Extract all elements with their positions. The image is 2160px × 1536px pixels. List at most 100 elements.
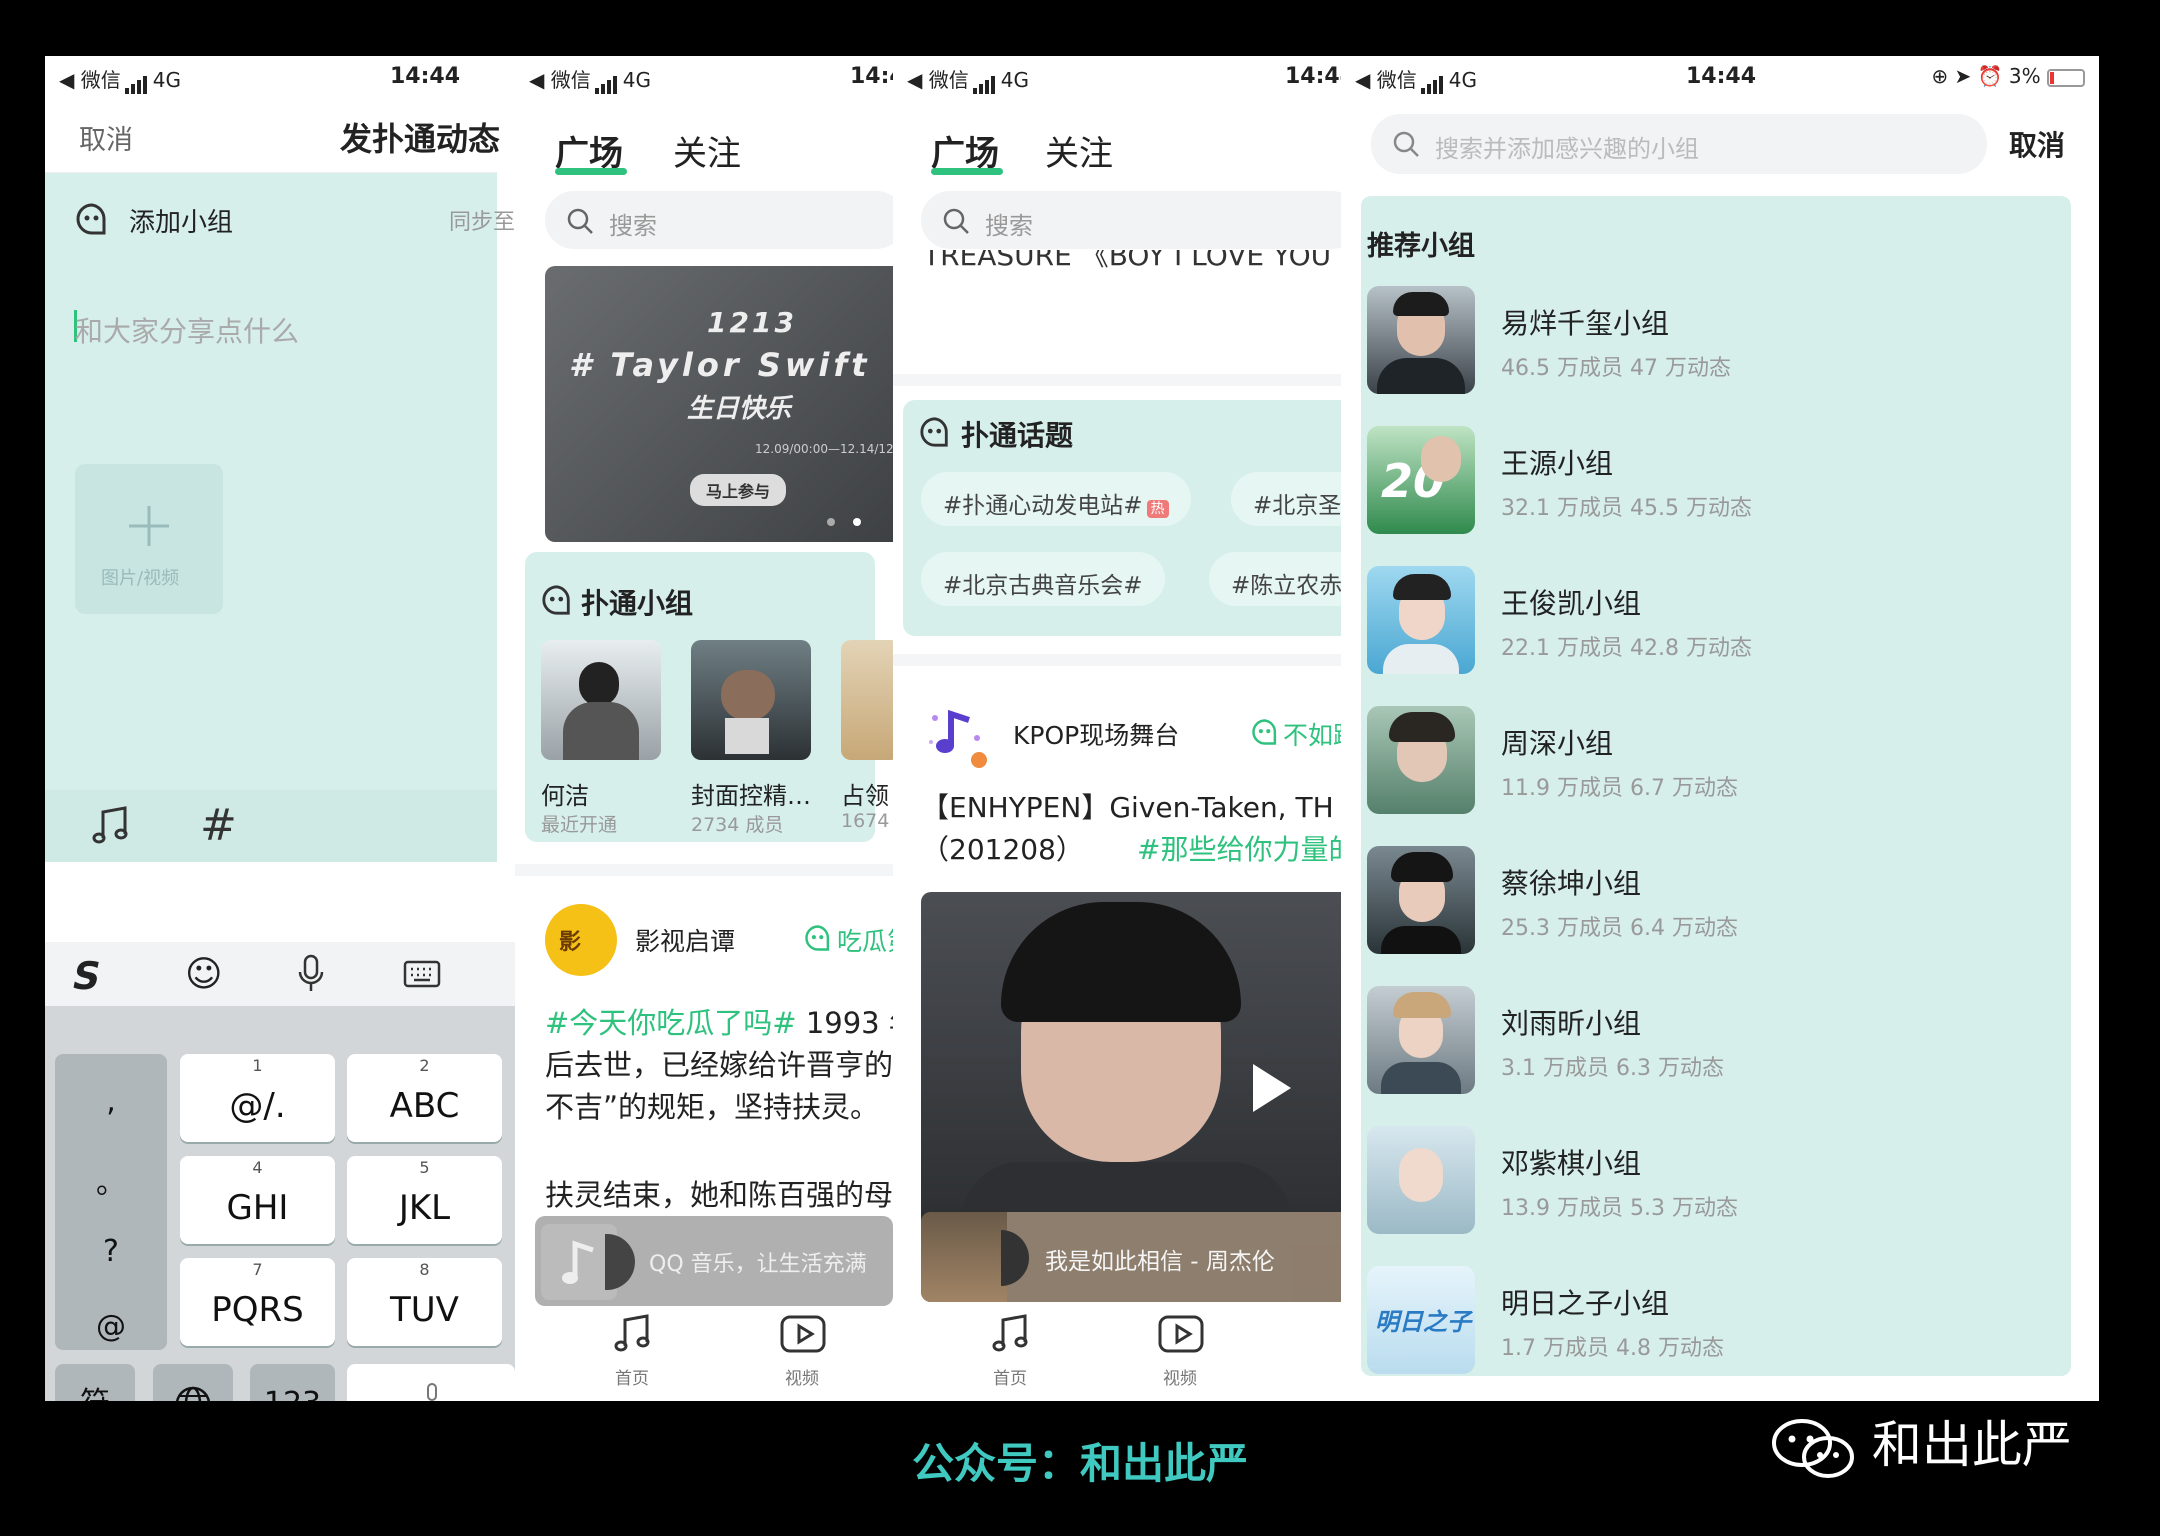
key-2[interactable]: 2 ABC: [347, 1054, 502, 1142]
promo-banner[interactable]: 1213 # Taylor Swift 生日快乐 12.09/00:00—12.…: [545, 266, 893, 542]
cancel-button[interactable]: 取消: [79, 118, 133, 157]
plaza-feed-panel: ◀ 微信4G 14:44 广场 关注 搜索 TREASURE 《BOY I LO…: [893, 56, 1341, 1401]
cancel-button[interactable]: 取消: [2009, 124, 2065, 164]
number-key[interactable]: 123: [250, 1364, 335, 1401]
media-label: 图片/视频: [101, 568, 180, 589]
home-music-icon[interactable]: [989, 1312, 1033, 1356]
kpop-avatar-icon[interactable]: [917, 694, 995, 772]
topic-chip[interactable]: #北京圣: [1231, 472, 1341, 526]
space-mic-icon: [427, 1383, 437, 1401]
avatar: [1367, 846, 1475, 954]
keyboard-icon[interactable]: [403, 960, 441, 990]
emoji-icon[interactable]: ☺: [185, 954, 223, 995]
microphone-icon[interactable]: [297, 954, 325, 994]
post-hashtag[interactable]: #那些给你力量的音: [1137, 828, 1341, 868]
join-button[interactable]: 马上参与: [690, 474, 787, 506]
signal-icon: [124, 70, 149, 94]
globe-key[interactable]: [153, 1364, 233, 1401]
key-1[interactable]: 1 @/.: [180, 1054, 335, 1142]
clock: 14:44: [1285, 64, 1341, 89]
key-at[interactable]: @: [55, 1309, 167, 1344]
group-row[interactable]: 明日之子 明日之子小组 1.7 万成员 4.8 万动态: [1367, 1266, 2067, 1386]
divider: [893, 374, 1341, 386]
tab-follow[interactable]: 关注: [673, 126, 741, 175]
space-key[interactable]: [347, 1364, 515, 1401]
search-bar[interactable]: 搜索: [921, 191, 1341, 249]
group-row[interactable]: 周深小组 11.9 万成员 6.7 万动态: [1367, 706, 2067, 826]
key-8[interactable]: 8 TUV: [347, 1258, 502, 1346]
hot-badge: 热: [1146, 500, 1169, 518]
add-group-button[interactable]: 添加小组: [129, 202, 233, 239]
group-stats: 1.7 万成员 4.8 万动态: [1501, 1336, 1724, 1361]
clock: 14:44: [850, 64, 893, 89]
key-4[interactable]: 4 GHI: [180, 1156, 335, 1244]
status-bar: ◀ 微信 4G 14:44 ⊕ ➤ ⏰ 3%: [1341, 56, 2099, 96]
group-row[interactable]: 易烊千玺小组 46.5 万成员 47 万动态: [1367, 286, 2067, 406]
clipped-content: TREASURE 《BOY I LOVE YOU: [893, 250, 1341, 276]
post-author[interactable]: 影视启谭: [635, 922, 735, 958]
avatar[interactable]: 影: [545, 904, 617, 976]
group-card-image[interactable]: [541, 640, 661, 760]
add-media-button[interactable]: 图片/视频: [75, 464, 223, 614]
topic-chip[interactable]: #扑通心动发电站# 热: [921, 472, 1191, 526]
group-sub: 2734 成员: [691, 814, 784, 836]
nav-home-label[interactable]: 首页: [993, 1364, 1027, 1389]
figure-head: [721, 670, 775, 720]
group-row[interactable]: 蔡徐坤小组 25.3 万成员 6.4 万动态: [1367, 846, 2067, 966]
shoulders: [1381, 1062, 1461, 1094]
keyboard: , 。 ? @ 1 @/. 2 ABC 4 GHI 5 JKL 7 PQRS 8 TUV 符…: [45, 1006, 515, 1401]
music-player-bar[interactable]: 我是如此相信 - 周杰伦: [921, 1212, 1341, 1302]
group-search-bar[interactable]: 搜索并添加感兴趣的小组: [1371, 114, 1987, 174]
tab-follow[interactable]: 关注: [1045, 126, 1113, 175]
video-icon[interactable]: [779, 1314, 827, 1354]
hashtag-button[interactable]: #: [200, 800, 237, 851]
key-5[interactable]: 5 JKL: [347, 1156, 502, 1244]
avatar: [1367, 706, 1475, 814]
music-title: QQ 音乐，让生活充满: [649, 1252, 867, 1277]
group-row[interactable]: 邓紫棋小组 13.9 万成员 5.3 万动态: [1367, 1126, 2067, 1246]
section-title: 推荐小组: [1367, 231, 1475, 262]
home-music-icon[interactable]: [611, 1312, 655, 1356]
post-hashtag[interactable]: #今天你吃瓜了吗#: [545, 1006, 797, 1040]
group-name: 明日之子小组: [1501, 1287, 1670, 1320]
key-period[interactable]: 。: [55, 1158, 167, 1202]
key-letters: GHI: [226, 1188, 289, 1228]
key-question[interactable]: ?: [55, 1234, 167, 1269]
nav-video-label[interactable]: 视频: [785, 1364, 819, 1389]
sync-label[interactable]: 同步至: [449, 204, 515, 236]
search-bar[interactable]: 搜索: [545, 191, 893, 249]
symbol-key[interactable]: 符: [55, 1364, 135, 1401]
post-group-link[interactable]: 吃瓜第一: [837, 922, 893, 958]
avatar: [1367, 986, 1475, 1094]
group-row[interactable]: 刘雨昕小组 3.1 万成员 6.3 万动态: [1367, 986, 2067, 1106]
music-note-icon[interactable]: [89, 804, 133, 848]
clock: 14:44: [1686, 64, 1757, 89]
play-icon[interactable]: [1249, 1060, 1295, 1116]
key-7[interactable]: 7 PQRS: [180, 1258, 335, 1346]
topic-chip[interactable]: #陈立农赤: [1209, 552, 1341, 606]
key-comma[interactable]: ,: [55, 1084, 167, 1119]
groups-section: 扑通小组 何洁 最近开通 封面控精… 2734 成员 占领 1674: [525, 552, 893, 842]
network: 4G: [622, 68, 651, 92]
nav-video-label[interactable]: 视频: [1163, 1364, 1197, 1389]
video-icon[interactable]: [1157, 1314, 1205, 1354]
group-row[interactable]: 20 王源小组 32.1 万成员 45.5 万动态: [1367, 426, 2067, 546]
location-icon: ➤: [1954, 64, 1972, 88]
sogou-logo-icon[interactable]: S: [68, 954, 105, 998]
post-author[interactable]: KPOP现场舞台: [1013, 716, 1179, 752]
divider: [893, 654, 1341, 666]
key-letters: JKL: [398, 1188, 451, 1228]
group-name: 王俊凯小组: [1501, 587, 1642, 620]
group-card-image[interactable]: [691, 640, 811, 760]
nav-home-label[interactable]: 首页: [615, 1364, 649, 1389]
topic-chip[interactable]: #北京古典音乐会#: [921, 552, 1165, 606]
topic-text: #扑通心动发电站#: [943, 493, 1143, 519]
status-bar: ◀ 微信 4G 14:44: [893, 56, 1341, 96]
post-group-link[interactable]: 不如跳舞: [1283, 716, 1341, 752]
group-row[interactable]: 王俊凯小组 22.1 万成员 42.8 万动态: [1367, 566, 2067, 686]
bottom-nav: 首页 视频: [515, 1306, 893, 1401]
network: 4G: [1448, 68, 1477, 92]
post-input[interactable]: 和大家分享点什么: [75, 310, 299, 350]
group-card-image[interactable]: [841, 640, 893, 760]
music-player-bar[interactable]: QQ 音乐，让生活充满: [535, 1216, 893, 1306]
